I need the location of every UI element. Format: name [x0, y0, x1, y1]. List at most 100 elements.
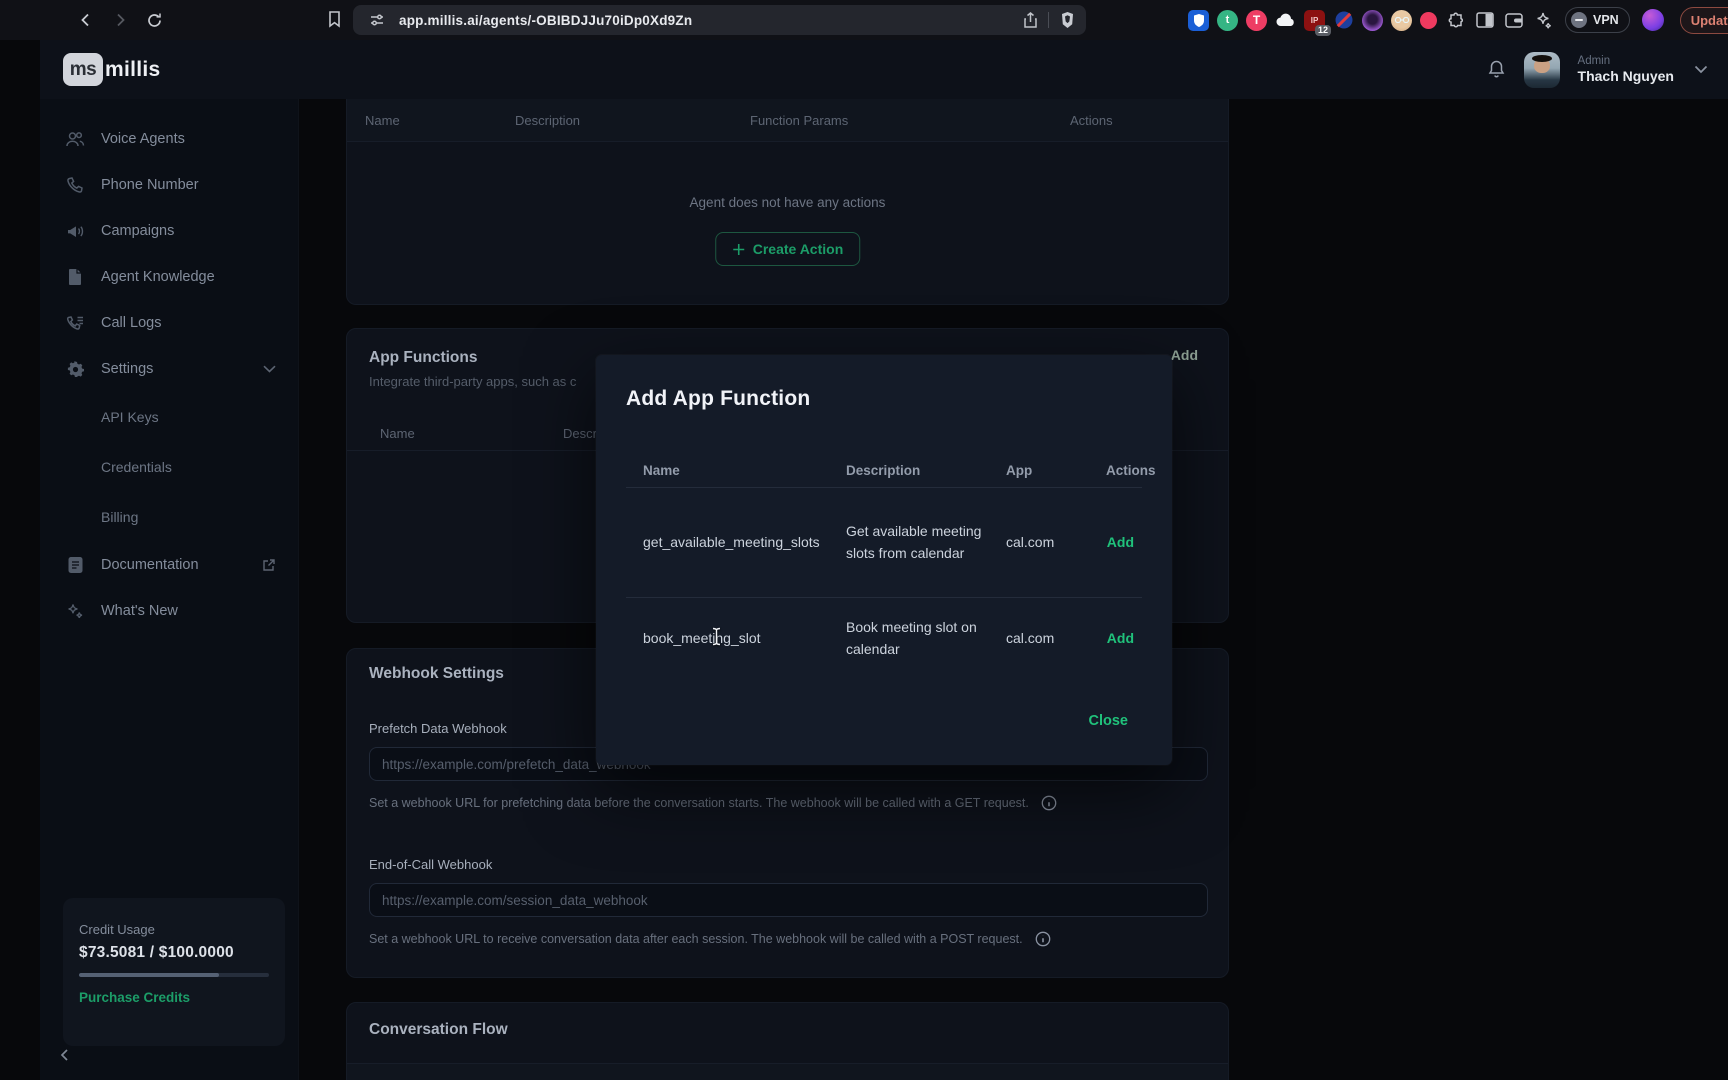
- sidebar-item-label: Agent Knowledge: [101, 269, 298, 285]
- modal-function-row[interactable]: get_available_meeting_slots Get availabl…: [626, 487, 1142, 597]
- sidebar-item-documentation[interactable]: Documentation: [40, 542, 298, 588]
- megaphone-icon: [65, 223, 85, 240]
- function-app: cal.com: [1006, 630, 1106, 646]
- credit-usage-progressbar: [79, 973, 269, 977]
- plus-icon: [732, 243, 745, 256]
- add-function-button[interactable]: Add: [1106, 534, 1142, 550]
- user-avatar[interactable]: [1524, 52, 1560, 88]
- settings-chevron-down-icon: [263, 365, 276, 373]
- ip-extension-icon[interactable]: IP 12: [1304, 10, 1325, 31]
- modal-title: Add App Function: [626, 387, 810, 411]
- forward-icon[interactable]: [112, 12, 128, 28]
- phone-icon: [65, 176, 85, 194]
- sidebar-item-label: Voice Agents: [101, 131, 298, 147]
- bookmark-icon[interactable]: [327, 10, 342, 28]
- end-of-call-webhook-label: End-of-Call Webhook: [369, 857, 492, 872]
- doc-icon: [65, 556, 85, 574]
- conversation-flow-section: Conversation Flow: [346, 1002, 1229, 1080]
- actions-empty-state: Agent does not have any actions: [347, 195, 1228, 210]
- password-manager-extension-icon[interactable]: [1188, 10, 1209, 31]
- sidebar-item-whats-new[interactable]: What's New: [40, 588, 298, 634]
- vpn-button[interactable]: VPN: [1565, 7, 1630, 33]
- sidebar-toggle-icon[interactable]: [1474, 10, 1495, 31]
- column-header: Name: [380, 426, 563, 441]
- help-text: Set a webhook URL to receive conversatio…: [369, 932, 1023, 946]
- sidebar-item-billing[interactable]: Billing: [40, 492, 298, 542]
- function-app: cal.com: [1006, 534, 1106, 550]
- sidebar-item-voice-agents[interactable]: Voice Agents: [40, 116, 298, 162]
- prefetch-webhook-help: Set a webhook URL for prefetching data b…: [369, 795, 1057, 811]
- green-t-extension-icon[interactable]: t: [1217, 10, 1238, 31]
- info-icon[interactable]: [1041, 795, 1057, 811]
- column-header: Name: [626, 463, 846, 478]
- purchase-credits-link[interactable]: Purchase Credits: [79, 990, 269, 1005]
- sidebar: Voice Agents Phone Number Campaigns Agen…: [40, 99, 299, 1080]
- pink-dot-extension-icon[interactable]: [1420, 12, 1437, 29]
- end-of-call-webhook-input[interactable]: [369, 883, 1208, 917]
- add-app-function-button[interactable]: Add: [1171, 347, 1198, 363]
- vpn-label: VPN: [1593, 13, 1619, 27]
- create-action-button[interactable]: Create Action: [715, 232, 861, 266]
- logo-badge: ms: [63, 53, 103, 86]
- sparkles-icon: [65, 602, 85, 620]
- extension-badge: 12: [1315, 25, 1331, 36]
- column-header: Description: [515, 113, 750, 128]
- modal-close-button[interactable]: Close: [1089, 713, 1129, 729]
- credit-usage-card: Credit Usage $73.5081 / $100.0000 Purcha…: [63, 898, 285, 1046]
- sidebar-collapse-chevron-left-icon[interactable]: [58, 1048, 72, 1062]
- user-info[interactable]: Admin Thach Nguyen: [1578, 54, 1674, 86]
- purple-extension-icon[interactable]: [1362, 10, 1383, 31]
- add-app-function-modal: Add App Function Name Description App Ac…: [596, 355, 1172, 765]
- millis-logo[interactable]: ms millis: [63, 53, 161, 86]
- user-menu-chevron-down-icon[interactable]: [1694, 65, 1708, 74]
- prefetch-webhook-label: Prefetch Data Webhook: [369, 721, 507, 736]
- modal-function-row[interactable]: book_meeting_slot Book meeting slot on c…: [626, 597, 1142, 679]
- sidebar-item-label: Campaigns: [101, 223, 298, 239]
- help-text: Set a webhook URL for prefetching data b…: [369, 796, 1029, 810]
- sidebar-item-campaigns[interactable]: Campaigns: [40, 208, 298, 254]
- credit-usage-title: Credit Usage: [79, 922, 269, 937]
- external-link-icon: [262, 558, 276, 572]
- call-logs-icon: [65, 314, 85, 332]
- sidebar-item-agent-knowledge[interactable]: Agent Knowledge: [40, 254, 298, 300]
- brave-shield-icon[interactable]: [1059, 11, 1076, 29]
- blocker-extension-icon[interactable]: [1333, 10, 1354, 31]
- sidebar-item-label: Phone Number: [101, 177, 298, 193]
- sidebar-item-api-keys[interactable]: API Keys: [40, 392, 298, 442]
- leo-ai-sparkle-icon[interactable]: [1532, 10, 1553, 31]
- avatar-extension-icon[interactable]: [1391, 10, 1412, 31]
- sidebar-item-credentials[interactable]: Credentials: [40, 442, 298, 492]
- sidebar-item-settings[interactable]: Settings: [40, 346, 298, 392]
- update-button[interactable]: Update: [1680, 7, 1728, 34]
- sidebar-item-call-logs[interactable]: Call Logs: [40, 300, 298, 346]
- sidebar-item-phone-number[interactable]: Phone Number: [40, 162, 298, 208]
- end-of-call-webhook-help: Set a webhook URL to receive conversatio…: [369, 931, 1051, 947]
- share-icon[interactable]: [1023, 12, 1038, 29]
- add-function-button[interactable]: Add: [1106, 630, 1142, 646]
- site-settings-icon[interactable]: [369, 12, 385, 28]
- red-t-extension-icon[interactable]: T: [1246, 10, 1267, 31]
- url-bar[interactable]: app.millis.ai/agents/-OBIBDJJu70iDp0Xd9Z…: [353, 5, 1086, 35]
- mouse-text-cursor: [710, 627, 723, 646]
- sidebar-subitem-label: Credentials: [101, 459, 172, 475]
- conversation-flow-table-header: [347, 1063, 1228, 1080]
- cloud-extension-icon[interactable]: [1275, 10, 1296, 31]
- back-icon[interactable]: [78, 12, 94, 28]
- column-header: Function Params: [750, 113, 1070, 128]
- browser-toolbar: app.millis.ai/agents/-OBIBDJJu70iDp0Xd9Z…: [0, 0, 1728, 40]
- wallet-icon[interactable]: [1503, 10, 1524, 31]
- logo-text: millis: [105, 58, 161, 82]
- function-name: book_meeting_slot: [626, 630, 846, 646]
- sidebar-subitem-label: API Keys: [101, 409, 159, 425]
- reload-icon[interactable]: [146, 12, 163, 29]
- info-icon[interactable]: [1035, 931, 1051, 947]
- extensions-puzzle-icon[interactable]: [1445, 10, 1466, 31]
- browser-profile-avatar[interactable]: [1642, 9, 1664, 31]
- user-name: Thach Nguyen: [1578, 68, 1674, 86]
- column-header: Actions: [1070, 113, 1228, 128]
- knowledge-icon: [65, 268, 85, 286]
- users-icon: [65, 130, 85, 148]
- notifications-bell-icon[interactable]: [1487, 59, 1506, 80]
- app-header: ms millis Admin Thach Nguyen: [40, 40, 1728, 99]
- user-role: Admin: [1578, 54, 1674, 68]
